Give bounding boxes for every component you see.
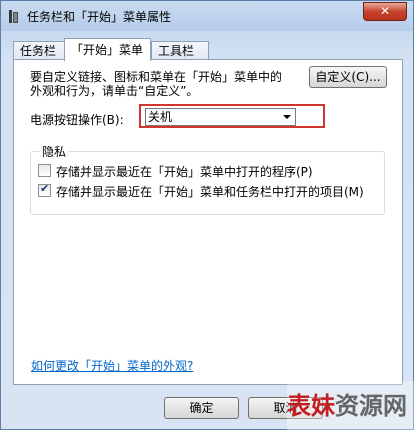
recent-items-checkbox[interactable]: ✔ xyxy=(38,182,51,197)
chevron-down-icon xyxy=(283,115,291,119)
tab-start-menu[interactable]: 「开始」菜单 xyxy=(64,38,151,61)
privacy-group-label: 隐私 xyxy=(40,143,69,160)
recent-programs-label[interactable]: 存储并显示最近在「开始」菜单中打开的程序(P) xyxy=(56,163,313,180)
power-button-action-value: 关机 xyxy=(148,110,173,124)
ok-button[interactable]: 确定 xyxy=(164,397,239,419)
tab-bar: 任务栏 「开始」菜单 工具栏 xyxy=(13,38,403,61)
power-button-action-select[interactable]: 关机 xyxy=(145,108,296,126)
description-line-1: 要自定义链接、图标和菜单在「开始」菜单中的 xyxy=(30,70,283,84)
watermark-part-2: 资源网 xyxy=(335,392,407,420)
checkmark-icon: ✔ xyxy=(40,182,50,195)
start-menu-panel: 要自定义链接、图标和菜单在「开始」菜单中的 外观和行为，请单击“自定义”。 自定… xyxy=(13,59,403,385)
tab-toolbars[interactable]: 工具栏 xyxy=(151,41,209,60)
recent-programs-checkbox[interactable] xyxy=(38,164,51,177)
power-button-action-label: 电源按钮操作(B): xyxy=(30,113,124,127)
tab-taskbar[interactable]: 任务栏 xyxy=(13,41,65,60)
properties-window: 任务栏和「开始」菜单属性 ✕ 任务栏 「开始」菜单 工具栏 要自定义链接、图标和… xyxy=(0,0,414,431)
recent-items-label[interactable]: 存储并显示最近在「开始」菜单和任务栏中打开的项目(M) xyxy=(56,183,364,200)
taskbar-properties-icon xyxy=(9,10,19,23)
customize-button[interactable]: 自定义(C)... xyxy=(309,66,387,88)
privacy-group: 隐私 存储并显示最近在「开始」菜单中打开的程序(P) ✔ 存储并显示最近在「开始… xyxy=(30,143,385,215)
site-watermark: 表妹资源网 xyxy=(287,381,414,431)
title-bar[interactable]: 任务栏和「开始」菜单属性 ✕ xyxy=(1,1,413,31)
description-line-2: 外观和行为，请单击“自定义”。 xyxy=(30,84,199,98)
close-button[interactable]: ✕ xyxy=(363,2,407,21)
window-title: 任务栏和「开始」菜单属性 xyxy=(27,10,172,24)
watermark-part-1: 表妹 xyxy=(287,392,335,420)
start-menu-help-link[interactable]: 如何更改「开始」菜单的外观? xyxy=(31,357,193,374)
customize-description: 要自定义链接、图标和菜单在「开始」菜单中的 外观和行为，请单击“自定义”。 xyxy=(30,70,282,98)
